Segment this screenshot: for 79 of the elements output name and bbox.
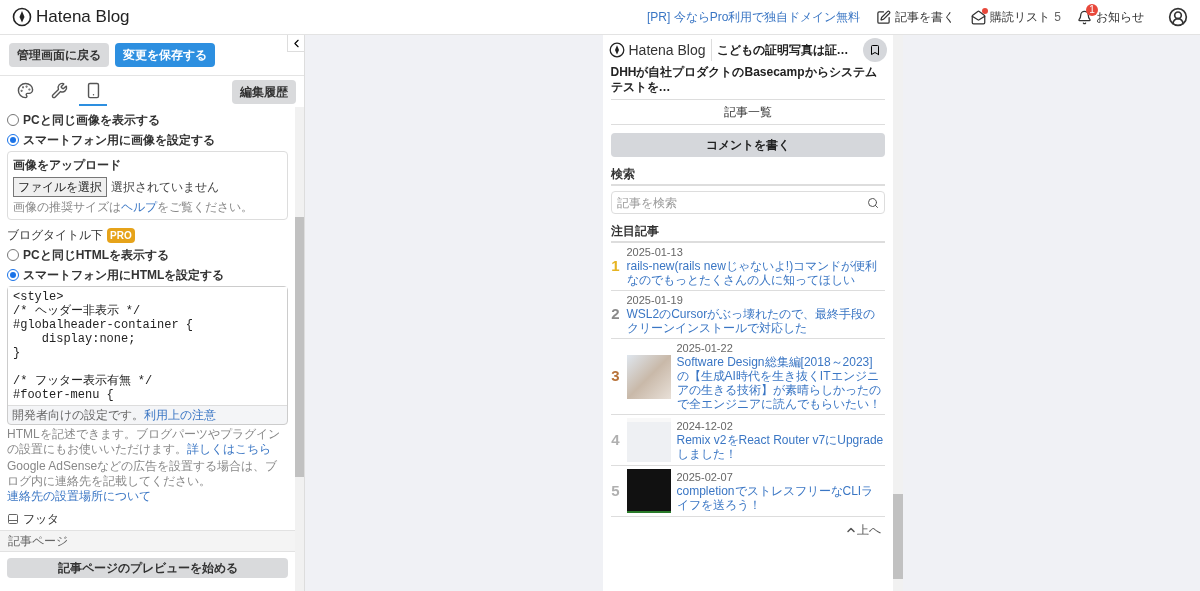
bell-icon — [1077, 9, 1092, 25]
mail-icon — [971, 9, 987, 25]
search-icon[interactable] — [866, 196, 879, 209]
search-heading: 検索 — [610, 165, 885, 186]
book-cover-thumbnail — [626, 354, 671, 399]
footer-layout-icon — [7, 513, 19, 525]
reading-list-label: 購読リスト — [990, 9, 1051, 26]
featured-entry[interactable]: 3 2025-01-22 Software Design総集編[2018～2023]の【生成AI時代を生き抜くITエンジニアの生きる技術】が素晴らしかったので全エンジニアに読んでもらいたい！ — [610, 339, 885, 415]
previous-entry-title[interactable]: DHHが自社プロダクトのBasecampからシステムテストを… — [610, 65, 885, 95]
promo-link[interactable]: [PR] 今ならPro利用で独自ドメイン無料 — [646, 8, 861, 26]
terminal-thumbnail — [626, 469, 671, 513]
pen-nib-logo-icon — [608, 42, 625, 58]
article-page-section[interactable]: 記事ページ — [0, 530, 295, 552]
usage-notes-link[interactable]: 利用上の注意 — [144, 408, 216, 422]
rank-number: 2 — [610, 304, 621, 325]
footer-item[interactable]: フッタ — [23, 510, 59, 528]
html-description: HTMLを記述できます。ブログパーツやプラグインの設置にもお使いいただけます。詳しくはこちら — [7, 427, 281, 457]
bookmark-button[interactable] — [862, 38, 887, 62]
featured-heading: 注目記事 — [610, 222, 885, 243]
entry-title-link[interactable]: Remix v2をReact Router v7にUpgradeしました！ — [676, 432, 885, 461]
save-button[interactable]: 変更を保存する — [115, 43, 215, 67]
notification-badge: 1 — [1086, 3, 1098, 16]
entry-date: 2025-02-07 — [676, 470, 734, 484]
help-text: 画像の推奨サイズはヘルプをご覧ください。 — [13, 200, 254, 215]
entry-title-link[interactable]: rails-new(rails newじゃないよ!)コマンドが便利なのでもっとたくさんの人に知ってほしい — [626, 259, 885, 287]
file-status: 選択されていません — [111, 179, 219, 196]
rank-number: 3 — [610, 366, 621, 387]
reading-list-button[interactable]: 購読リスト 5 — [971, 8, 1061, 26]
entry-date: 2025-01-13 — [626, 246, 684, 259]
choose-file-button[interactable]: ファイルを選択 — [13, 177, 107, 197]
search-field[interactable]: 記事を検索 — [610, 191, 885, 214]
featured-entry[interactable]: 1 2025-01-13 rails-new(rails newじゃないよ!)コマンドが便利なのでもっとたくさんの人に知ってほしい — [610, 243, 885, 291]
adsense-note: Google AdSenseなどの広告を設置する場合は、ブログ内に連絡先を記載してください。 連絡先の設置場所について — [7, 459, 279, 504]
edit-history-button[interactable]: 編集履歴 — [232, 79, 296, 104]
radio-label: スマートフォン用に画像を設定する — [23, 132, 215, 149]
back-to-top-link[interactable]: 上へ — [844, 521, 881, 539]
blog-title[interactable]: こどもの証明写真は証… — [716, 41, 849, 59]
logo-text: Hatena Blog — [36, 6, 130, 29]
comment-button[interactable]: コメントを書く — [610, 133, 885, 157]
pen-nib-logo-icon — [12, 7, 32, 27]
featured-entry[interactable]: 2 2025-01-19 WSL2のCursorがぶっ壊れたので、最終手段のクリーンインストールで対応した — [610, 291, 885, 339]
contact-placement-link[interactable]: 連絡先の設置場所について — [7, 489, 151, 503]
entry-title-link[interactable]: Software Design総集編[2018～2023]の【生成AI時代を生き抜くITエンジニアの生きる技術】が素晴らしかったので全エンジニアに読んでもらいたい！ — [676, 355, 885, 411]
help-link[interactable]: ヘルプ — [121, 200, 157, 214]
radio-label: PCと同じ画像を表示する — [23, 112, 160, 129]
user-account-icon[interactable] — [1168, 7, 1188, 27]
featured-entry[interactable]: 5 2025-02-07 completionでストレスフリーなCLIライフを送ろう！ — [610, 466, 885, 517]
entry-date: 2024-12-02 — [676, 419, 734, 433]
wrench-icon — [50, 82, 68, 99]
reading-count: 5 — [1054, 9, 1061, 26]
pro-badge: PRO — [107, 227, 135, 243]
entry-date: 2025-01-22 — [676, 342, 734, 355]
rank-number: 4 — [610, 429, 621, 450]
radio-label: PCと同じHTMLを表示する — [23, 247, 169, 264]
preview-scrollbar[interactable] — [892, 35, 903, 591]
featured-entry[interactable]: 4 2024-12-02 Remix v2をReact Router v7にUpgradeしました！ — [610, 415, 885, 466]
collapse-button[interactable] — [287, 35, 304, 52]
notifications-label: お知らせ — [1096, 9, 1144, 26]
upload-label: 画像をアップロード — [13, 157, 122, 174]
archive-link[interactable]: 記事一覧 — [610, 99, 885, 125]
entry-date: 2025-01-19 — [626, 294, 684, 307]
radio-label: スマートフォン用にHTMLを設定する — [23, 267, 225, 284]
logo-text: Hatena Blog — [628, 40, 706, 60]
search-input[interactable]: 記事を検索 — [616, 193, 867, 212]
entry-title-link[interactable]: completionでストレスフリーなCLIライフを送ろう！ — [676, 483, 885, 512]
section-title: ブログタイトル下 — [7, 227, 103, 244]
edit-icon — [876, 9, 892, 25]
entry-title-link[interactable]: WSL2のCursorがぶっ壊れたので、最終手段のクリーンインストールで対応した — [626, 307, 885, 335]
back-button[interactable]: 管理画面に戻る — [9, 43, 109, 67]
details-link[interactable]: 詳しくはこちら — [187, 442, 271, 456]
sidebar-scrollbar[interactable] — [295, 107, 304, 591]
bookmark-icon — [868, 44, 881, 56]
rank-number: 5 — [610, 480, 621, 501]
code-editor[interactable]: <style> /* ヘッダー非表示 */ #globalheader-container { display:none; } /* フッター表示有無 */ #footer-menu { — [8, 287, 287, 405]
rank-number: 1 — [610, 256, 621, 277]
palette-icon — [16, 82, 34, 99]
developer-note: 開発者向けの設定です。利用上の注意 — [8, 405, 287, 424]
preview-button[interactable]: 記事ページのプレビューを始める — [7, 558, 288, 578]
write-entry-button[interactable]: 記事を書く — [876, 8, 956, 26]
